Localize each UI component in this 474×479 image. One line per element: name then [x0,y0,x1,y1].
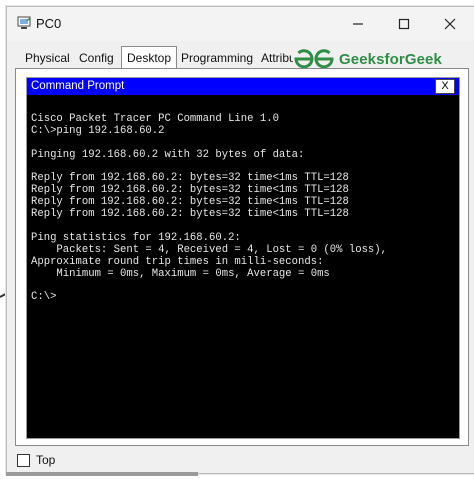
minimize-button[interactable] [335,7,381,41]
close-icon [444,18,456,30]
top-checkbox-label: Top [36,453,56,467]
command-prompt-title: Command Prompt [31,80,125,92]
command-prompt-close-button[interactable]: X [435,79,455,94]
terminal-line: Approximate round trip times in milli-se… [31,255,324,268]
pc-app-icon [17,16,31,29]
terminal-line: C:\> [31,291,57,304]
maximize-icon [398,18,410,30]
tab-desktop[interactable]: Desktop [121,46,178,69]
terminal-line: Reply from 192.168.60.2: bytes=32 time<1… [31,208,349,221]
top-checkbox[interactable] [17,454,30,467]
tab-programming[interactable]: Programming [179,47,255,69]
terminal-line: Minimum = 0ms, Maximum = 0ms, Average = … [31,267,330,280]
command-prompt-window: Command Prompt X Cisco Packet Tracer PC … [26,77,460,439]
command-prompt-titlebar[interactable]: Command Prompt X [27,78,459,95]
terminal-line: Pinging 192.168.60.2 with 32 bytes of da… [31,148,305,161]
watermark-text: GeeksforGeek [339,50,442,68]
maximize-button[interactable] [381,7,427,41]
gfg-logo-icon [294,49,334,69]
tab-config[interactable]: Config [77,47,116,69]
tab-physical[interactable]: Physical [23,47,72,69]
pc0-window: PC0 Physical Config Desktop Programming … [6,6,474,474]
terminal-line: Packets: Sent = 4, Received = 4, Lost = … [31,243,388,256]
horizontal-scrollbar[interactable] [6,472,198,476]
title-bar[interactable]: PC0 [7,7,474,41]
bottom-bar: Top [7,445,474,473]
window-title: PC0 [36,16,62,31]
close-button[interactable] [427,7,473,41]
terminal-line: Ping statistics for 192.168.60.2: [31,231,241,244]
terminal-output[interactable]: Cisco Packet Tracer PC Command Line 1.0 C… [31,113,455,304]
desktop-panel: Command Prompt X Cisco Packet Tracer PC … [15,68,469,446]
minimize-icon [353,23,363,25]
terminal-line: C:\>ping 192.168.60.2 [31,124,165,137]
